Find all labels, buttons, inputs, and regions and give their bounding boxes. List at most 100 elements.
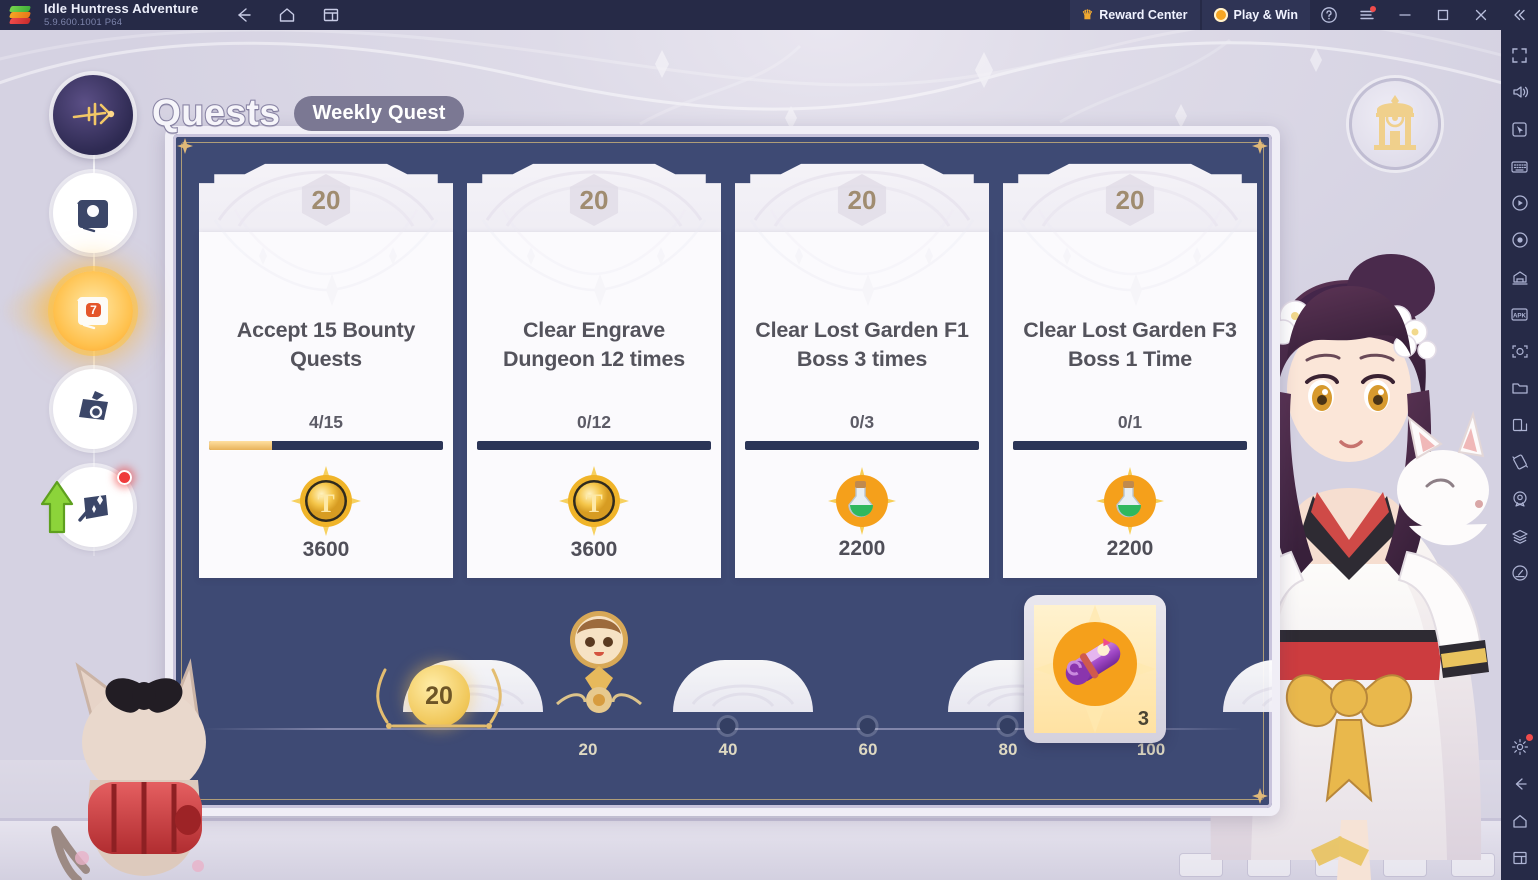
upgrade-arrow-icon	[40, 480, 74, 534]
menu-notification-dot	[1370, 6, 1376, 12]
svg-text:APK: APK	[1513, 312, 1527, 319]
quest-reward: 2200	[1003, 450, 1257, 578]
game-viewport: 7 Quests Weekly Quest 20 Accept 15 Bount…	[0, 30, 1501, 880]
volume-icon[interactable]	[1505, 77, 1535, 107]
quest-card[interactable]: 20	[199, 158, 453, 578]
quest-progress-bar	[209, 441, 443, 450]
keyboard-icon[interactable]	[1505, 151, 1535, 181]
page-header: Quests Weekly Quest	[151, 91, 464, 134]
quest-card[interactable]: 20	[735, 158, 989, 578]
quest-reward: 2200	[735, 450, 989, 578]
corner-star-icon	[1252, 138, 1268, 154]
quest-card-header: 20	[199, 163, 453, 232]
track-reward-popup[interactable]: 3	[1024, 595, 1166, 743]
page-title: Quests	[151, 91, 281, 134]
titlebar: Idle Huntress Adventure 5.9.600.1001 P64…	[0, 0, 1538, 30]
back-icon[interactable]	[232, 4, 254, 26]
sidebar-item-daily-quest[interactable]	[48, 168, 138, 258]
chibi-marker-icon	[556, 611, 642, 713]
quest-card-list: 20 Accept 15 Bounty Quests 4/15 T 3600 2…	[199, 158, 1257, 578]
pointer-icon[interactable]	[1505, 114, 1535, 144]
sidebar-item-hero[interactable]	[48, 70, 138, 160]
quest-reward: T 3600	[199, 450, 453, 578]
performance-icon[interactable]	[1505, 558, 1535, 588]
scroll-item-icon	[1065, 638, 1121, 686]
coin-icon: T	[559, 466, 629, 536]
record-icon[interactable]	[1505, 225, 1535, 255]
location-icon[interactable]	[1505, 484, 1535, 514]
quest-reward-amount: 2200	[838, 537, 886, 560]
home-icon[interactable]	[276, 4, 298, 26]
sidebar-item-weekly-quest[interactable]: 7	[48, 266, 138, 356]
track-tick-label: 60	[858, 740, 878, 759]
tab-weekly-quest[interactable]: Weekly Quest	[294, 95, 464, 131]
star-badge-icon	[1213, 8, 1228, 22]
quest-card[interactable]: 20	[467, 158, 721, 578]
sidebar-item-achievements[interactable]	[48, 364, 138, 454]
screenshot-icon[interactable]	[1505, 336, 1535, 366]
help-icon[interactable]	[1310, 0, 1348, 30]
track-reward-inner: 3	[1034, 605, 1156, 733]
maximize-icon[interactable]	[1424, 0, 1462, 30]
titlebar-nav	[232, 4, 342, 26]
reward-center-button[interactable]: ♛ Reward Center	[1069, 0, 1200, 30]
settings-notification-dot	[1525, 734, 1533, 741]
milestone-arc-ornament	[691, 684, 795, 708]
quest-progress-text: 0/3	[849, 412, 875, 432]
play-and-win-button[interactable]: Play & Win	[1201, 0, 1310, 30]
track-tick-node[interactable]	[719, 718, 736, 734]
shake-icon[interactable]	[1505, 447, 1535, 477]
svg-text:7: 7	[90, 303, 97, 317]
home-icon[interactable]	[1505, 806, 1535, 836]
minimize-icon[interactable]	[1386, 0, 1424, 30]
sidebar-item-growth-plan[interactable]	[40, 462, 138, 552]
multi-instance-icon[interactable]	[1505, 262, 1535, 292]
close-icon[interactable]	[1462, 0, 1500, 30]
corner-star-icon	[1252, 788, 1268, 804]
recents-icon[interactable]	[320, 4, 342, 26]
play-and-win-label: Play & Win	[1233, 8, 1298, 22]
quest-reward-amount: 3600	[570, 538, 618, 561]
track-tick-node[interactable]	[999, 718, 1016, 734]
svg-text:T: T	[585, 489, 602, 518]
install-apk-icon[interactable]: APK	[1505, 299, 1535, 329]
app-info: Idle Huntress Adventure 5.9.600.1001 P64	[44, 1, 198, 29]
current-points-badge: 20	[373, 656, 505, 736]
weekly-scroll-icon: 7	[77, 297, 108, 330]
sword-icon	[72, 102, 115, 126]
left-nav: 7	[40, 70, 144, 560]
clock-portal-icon	[1374, 95, 1416, 150]
scroll-icon	[77, 200, 108, 233]
media-folder-icon[interactable]	[1505, 373, 1535, 403]
recents-icon[interactable]	[1505, 843, 1535, 873]
quest-card-header: 20	[467, 163, 721, 232]
corner-star-icon	[177, 138, 193, 154]
quest-title: Clear Lost Garden F1 Boss 3 times	[755, 318, 969, 371]
titlebar-right: ♛ Reward Center Play & Win	[1069, 0, 1538, 30]
clock-shop-button[interactable]	[1349, 78, 1441, 170]
macro-play-icon[interactable]	[1505, 188, 1535, 218]
quest-progress-text: 0/1	[1117, 412, 1143, 432]
bluestacks-logo-icon	[8, 5, 34, 25]
quest-progress-text: 0/12	[576, 412, 612, 432]
back-icon[interactable]	[1505, 769, 1535, 799]
track-tick: 20	[579, 740, 598, 760]
copy-to-pc-icon[interactable]	[1505, 410, 1535, 440]
collapse-icon[interactable]	[1500, 0, 1538, 30]
quest-card[interactable]: 20	[1003, 158, 1257, 578]
quest-progress-text: 4/15	[308, 412, 344, 432]
track-tick-label: 80	[998, 740, 1018, 759]
coin-icon: T	[291, 466, 361, 536]
track-tick-label: 100	[1136, 740, 1166, 759]
track-tick-node[interactable]	[859, 718, 876, 734]
points-badge-ornament	[376, 668, 502, 729]
flag-banner-icon	[79, 391, 108, 420]
fullscreen-icon[interactable]	[1505, 40, 1535, 70]
quest-title: Accept 15 Bounty Quests	[236, 318, 416, 371]
settings-icon[interactable]	[1505, 732, 1535, 762]
menu-icon[interactable]	[1348, 0, 1386, 30]
layers-icon[interactable]	[1505, 521, 1535, 551]
quest-title: Clear Engrave Dungeon 12 times	[503, 318, 685, 371]
track-tick-label: 20	[578, 740, 598, 759]
quest-progress-bar	[745, 441, 979, 450]
